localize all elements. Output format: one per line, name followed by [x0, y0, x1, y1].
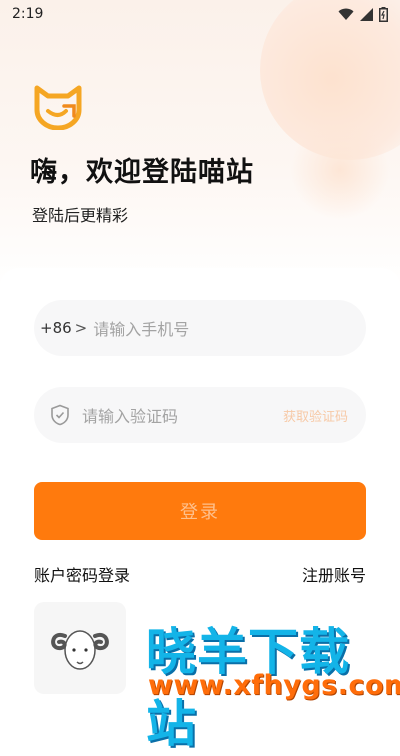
shield-icon: [51, 404, 69, 426]
phone-input[interactable]: +86 > 请输入手机号: [34, 300, 366, 356]
status-bar: 2:19: [0, 0, 400, 28]
status-time: 2:19: [12, 6, 44, 22]
watermark-url: www.xfhygs.com: [148, 670, 400, 701]
login-button[interactable]: 登录: [34, 482, 366, 540]
cat-logo-icon: [34, 85, 82, 130]
wifi-icon: [338, 8, 354, 20]
chevron-right-icon[interactable]: >: [75, 319, 88, 337]
header-background: [0, 0, 400, 290]
verification-code-input[interactable]: 请输入验证码 获取验证码: [34, 387, 366, 443]
password-login-link[interactable]: 账户密码登录: [34, 562, 130, 586]
sheep-logo-image: [34, 602, 126, 694]
battery-icon: [379, 6, 388, 22]
page-subtitle: 登陆后更精彩: [32, 206, 129, 225]
register-link[interactable]: 注册账号: [302, 562, 366, 586]
phone-placeholder[interactable]: 请输入手机号: [93, 316, 189, 340]
signal-icon: [360, 7, 373, 21]
code-placeholder[interactable]: 请输入验证码: [82, 403, 178, 427]
decorative-circle-small: [290, 120, 390, 220]
sheep-icon: [51, 630, 109, 670]
status-icons: [338, 6, 388, 22]
get-code-button[interactable]: 获取验证码: [283, 406, 348, 425]
page-title: 嗨，欢迎登陆喵站: [30, 157, 254, 188]
country-code-selector[interactable]: +86: [40, 319, 72, 337]
